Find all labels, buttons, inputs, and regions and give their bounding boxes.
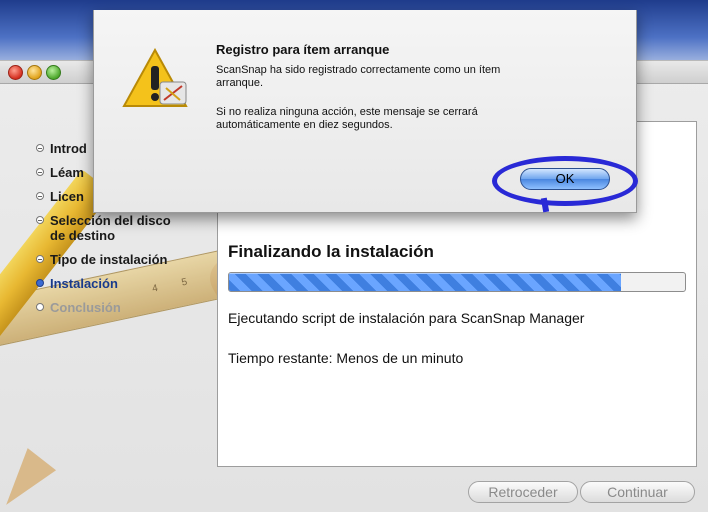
step-label: Tipo de instalación [50,252,168,267]
step-label: Léam [50,165,84,180]
alert-message-2-line-2: automáticamente en diez segundos. [216,119,393,131]
step-label-line-2: de destino [50,228,116,243]
installation-progress-bar [228,272,686,292]
ok-button-highlight-circle [492,156,638,206]
step-conclusion: Conclusión [36,300,216,315]
pencil-tip-illustration [0,448,57,516]
alert-message-2: Si no realiza ninguna acción, este mensa… [216,106,576,132]
step-label: Introd [50,141,87,156]
progress-fill [229,273,622,291]
alert-message-1-line-1: ScanSnap ha sido registrado correctament… [216,64,501,76]
step-seleccion-disco: Selección del disco de destino [36,213,216,243]
step-pending-icon [36,303,44,311]
time-remaining-text: Tiempo restante: Menos de un minuto [228,350,464,366]
continue-button[interactable]: Continuar [580,481,695,503]
zoom-window-icon[interactable] [46,65,61,80]
warning-installer-icon [122,48,188,107]
step-active-icon [36,279,44,287]
alert-message-1: ScanSnap ha sido registrado correctament… [216,64,576,90]
step-done-icon [36,168,44,176]
step-label: Instalación [50,276,118,291]
alert-message-2-line-1: Si no realiza ninguna acción, este mensa… [216,106,478,118]
back-button[interactable]: Retroceder [468,481,578,503]
close-window-icon[interactable] [8,65,23,80]
page-title: Finalizando la instalación [228,242,434,261]
alert-message-1-line-2: arranque. [216,77,264,89]
step-label: Conclusión [50,300,121,315]
step-instalacion: Instalación [36,276,216,291]
alert-title: Registro para ítem arranque [216,42,390,57]
step-label-line-1: Selección del disco [50,213,171,228]
minimize-window-icon[interactable] [27,65,42,80]
step-done-icon [36,192,44,200]
step-tipo-instalacion: Tipo de instalación [36,252,216,267]
step-label: Licen [50,189,84,204]
step-done-icon [36,144,44,152]
step-done-icon [36,216,44,224]
startup-item-alert: Registro para ítem arranque ScanSnap ha … [93,10,638,213]
step-done-icon [36,255,44,263]
status-text: Ejecutando script de instalación para Sc… [228,310,585,326]
